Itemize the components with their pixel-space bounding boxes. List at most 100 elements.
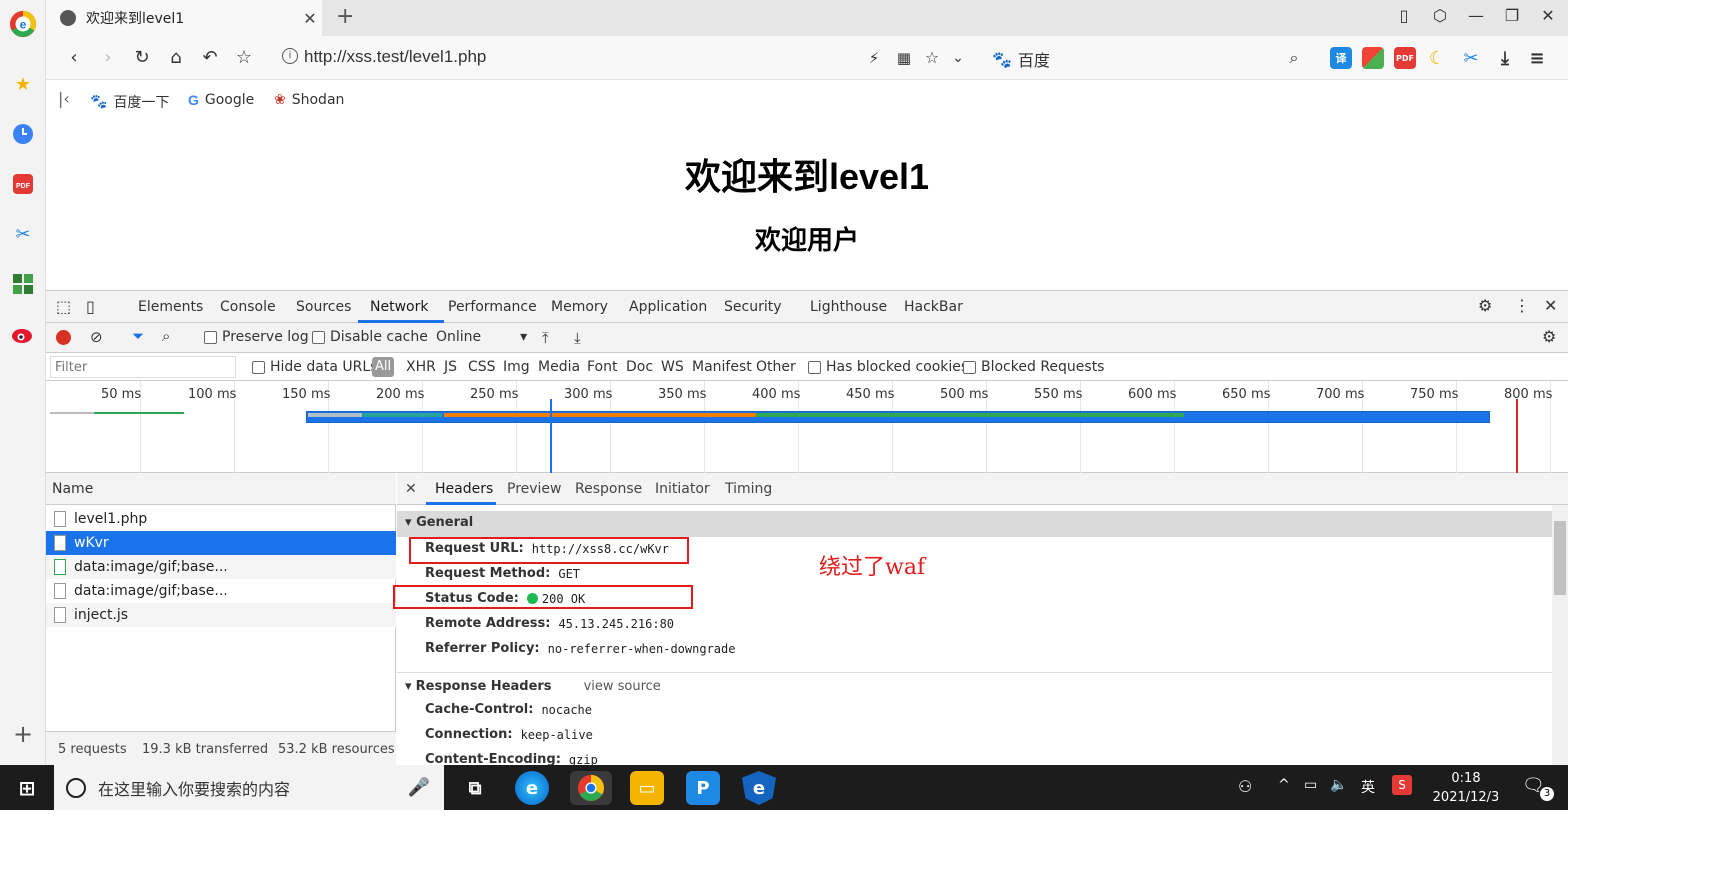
translate-icon[interactable]: 译 [1330, 47, 1352, 69]
pin-icon[interactable]: ▯ [1392, 6, 1416, 25]
tab-console[interactable]: Console [220, 299, 276, 315]
undo-icon[interactable]: ↶ [198, 46, 222, 70]
view-source-link[interactable]: view source [584, 679, 661, 694]
collapse-sidebar-icon[interactable]: |‹ [58, 89, 70, 108]
chrome-browser-icon[interactable] [570, 771, 612, 805]
tab-performance[interactable]: Performance [448, 299, 537, 315]
close-devtools-icon[interactable]: ✕ [1544, 296, 1557, 315]
column-header-name[interactable]: Name [46, 473, 396, 505]
tab-hackbar[interactable]: HackBar [904, 299, 963, 315]
tab-memory[interactable]: Memory [551, 299, 608, 315]
pdf-icon[interactable]: PDF [9, 170, 37, 198]
filter-type-manifest[interactable]: Manifest [692, 359, 752, 375]
browser-tab-active[interactable]: 欢迎来到level1 ✕ [46, 0, 322, 36]
qr-icon[interactable]: ▦ [892, 46, 916, 70]
hide-data-urls-checkbox[interactable]: Hide data URLs [252, 359, 377, 375]
taskbar-clock[interactable]: 0:18 2021/12/3 [1420, 769, 1512, 807]
filter-type-font[interactable]: Font [587, 359, 617, 375]
filter-funnel-icon[interactable]: ⏷ [132, 327, 144, 345]
people-icon[interactable]: ⚇ [1238, 777, 1252, 796]
browser-logo-icon[interactable]: e [9, 10, 37, 38]
minimize-icon[interactable]: — [1464, 6, 1488, 25]
tab-lighthouse[interactable]: Lighthouse [810, 299, 887, 315]
dropdown-chevron-icon[interactable]: ⌄ [946, 46, 970, 70]
back-icon[interactable]: ‹ [62, 46, 86, 70]
filter-type-media[interactable]: Media [538, 359, 580, 375]
import-har-icon[interactable]: ⤒ [542, 329, 549, 347]
download-icon[interactable]: ⤓ [1494, 47, 1516, 69]
disable-cache-checkbox[interactable]: Disable cache [312, 329, 428, 345]
request-row[interactable]: data:image/gif;base... [46, 555, 396, 579]
file-explorer-icon[interactable]: ▭ [630, 771, 664, 805]
microphone-icon[interactable]: 🎤 [408, 777, 430, 798]
filter-type-ws[interactable]: WS [661, 359, 684, 375]
network-settings-gear-icon[interactable]: ⚙ [1542, 327, 1556, 346]
tab-preview[interactable]: Preview [507, 481, 562, 497]
inspect-element-icon[interactable]: ⬚ [56, 297, 71, 316]
search-icon[interactable]: ⌕ [1282, 46, 1306, 70]
search-icon[interactable]: ⌕ [162, 327, 170, 345]
apps-icon[interactable] [1362, 47, 1384, 69]
skin-icon[interactable]: ⬡ [1428, 6, 1452, 25]
filter-type-js[interactable]: JS [444, 359, 457, 375]
more-options-icon[interactable]: ⋮ [1514, 296, 1530, 315]
pdf-extension-icon[interactable]: PDF [1394, 47, 1416, 69]
volume-icon[interactable]: 🔈 [1330, 777, 1347, 793]
general-section-header[interactable]: ▾ General [397, 511, 1552, 537]
home-icon[interactable]: ⌂ [164, 46, 188, 70]
new-tab-button[interactable]: + [336, 4, 354, 29]
history-clock-icon[interactable] [9, 120, 37, 148]
task-view-icon[interactable]: ⧉ [458, 771, 492, 805]
taskbar-search-box[interactable]: 在这里输入你要搜索的内容 🎤 [54, 765, 444, 810]
filter-type-xhr[interactable]: XHR [406, 359, 436, 375]
flash-icon[interactable]: ⚡ [862, 46, 886, 70]
site-info-icon[interactable]: i [282, 48, 298, 64]
bookmark-star-icon[interactable]: ☆ [232, 46, 256, 70]
network-timeline-overview[interactable]: 50 ms 100 ms 150 ms 200 ms 250 ms 300 ms… [46, 381, 1568, 473]
throttling-select[interactable]: Online ▾ [436, 329, 527, 345]
tab-application[interactable]: Application [629, 299, 707, 315]
record-icon[interactable] [56, 330, 71, 345]
apps-grid-icon[interactable] [9, 270, 37, 298]
filter-type-all[interactable]: All [372, 357, 394, 377]
filter-type-css[interactable]: CSS [468, 359, 496, 375]
filter-type-doc[interactable]: Doc [626, 359, 653, 375]
tab-response[interactable]: Response [575, 481, 642, 497]
add-sidebar-item-icon[interactable]: + [9, 720, 37, 748]
detail-scrollbar[interactable] [1552, 505, 1568, 766]
p-app-icon[interactable]: P [686, 771, 720, 805]
shield-browser-icon[interactable]: e [742, 771, 776, 805]
sogou-ime-icon[interactable]: S [1392, 775, 1412, 795]
search-engine-selector[interactable]: 🐾 百度 [992, 47, 1050, 71]
tab-close-icon[interactable]: ✕ [298, 9, 322, 28]
night-mode-icon[interactable]: ☾ [1426, 47, 1448, 69]
forward-icon[interactable]: › [96, 46, 120, 70]
request-row-selected[interactable]: wKvr [46, 531, 396, 555]
windows-start-icon[interactable]: ⊞ [10, 771, 44, 805]
has-blocked-cookies-checkbox[interactable]: Has blocked cookies [808, 359, 968, 375]
tab-security[interactable]: Security [724, 299, 782, 315]
bookmark-google[interactable]: G Google [188, 92, 254, 108]
reload-icon[interactable]: ↻ [130, 46, 154, 70]
preserve-log-checkbox[interactable]: Preserve log [204, 329, 309, 345]
screenshot-scissors-icon[interactable]: ✂ [1460, 47, 1482, 69]
network-icon[interactable]: ▭ [1304, 777, 1317, 793]
clear-icon[interactable]: ⊘ [90, 328, 103, 346]
scissors-icon[interactable]: ✂ [9, 220, 37, 248]
restore-icon[interactable]: ❐ [1500, 6, 1524, 25]
filter-input[interactable] [50, 356, 236, 378]
bookmark-shodan[interactable]: ❀ Shodan [274, 92, 344, 108]
weibo-icon[interactable] [9, 320, 37, 348]
favorites-star-icon[interactable]: ★ [9, 70, 37, 98]
tab-network[interactable]: Network [370, 299, 428, 315]
filter-type-img[interactable]: Img [503, 359, 530, 375]
favorite-icon[interactable]: ☆ [920, 46, 944, 70]
close-window-icon[interactable]: ✕ [1536, 6, 1560, 25]
tab-headers[interactable]: Headers [435, 481, 493, 497]
scrollbar-thumb[interactable] [1554, 521, 1566, 595]
bookmark-baidu[interactable]: 🐾 百度一下 [90, 92, 169, 112]
export-har-icon[interactable]: ⤓ [574, 329, 581, 347]
device-toolbar-icon[interactable]: ▯ [86, 297, 95, 316]
blocked-requests-checkbox[interactable]: Blocked Requests [963, 359, 1104, 375]
ime-indicator[interactable]: 英 [1361, 777, 1375, 797]
